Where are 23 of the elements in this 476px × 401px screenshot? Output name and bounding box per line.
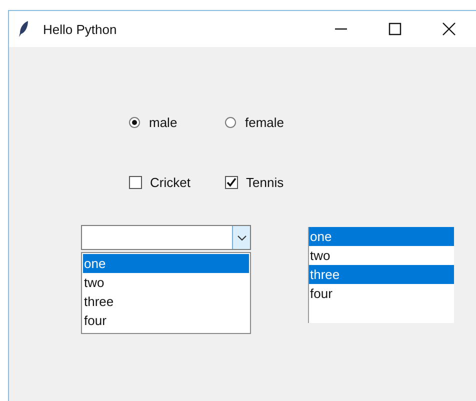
combo-box[interactable] — [81, 225, 251, 250]
maximize-icon — [388, 22, 402, 36]
close-icon — [442, 22, 456, 36]
list-item[interactable]: one — [309, 227, 454, 246]
radio-button[interactable] — [225, 116, 236, 128]
list-item[interactable]: four — [309, 284, 454, 303]
radio-button[interactable] — [129, 116, 140, 128]
chevron-down-icon — [236, 234, 246, 240]
checkbox-label: Tennis — [246, 174, 284, 190]
window-title: Hello Python — [43, 22, 117, 36]
dropdown-button[interactable] — [232, 226, 250, 249]
list-item[interactable]: three — [309, 265, 454, 284]
radio-label: female — [245, 114, 284, 130]
dropdown-option[interactable]: three — [83, 292, 249, 311]
checkbox[interactable] — [225, 176, 238, 188]
feather-icon — [19, 21, 29, 37]
radio-label: male — [149, 114, 178, 130]
dropdown-option[interactable]: four — [83, 311, 249, 330]
dropdown-option[interactable]: one — [83, 254, 249, 273]
list-item[interactable]: two — [309, 246, 454, 265]
checkbox[interactable] — [129, 176, 142, 188]
checkbox-label: Cricket — [150, 174, 190, 190]
dropdown-option[interactable]: two — [83, 273, 249, 292]
